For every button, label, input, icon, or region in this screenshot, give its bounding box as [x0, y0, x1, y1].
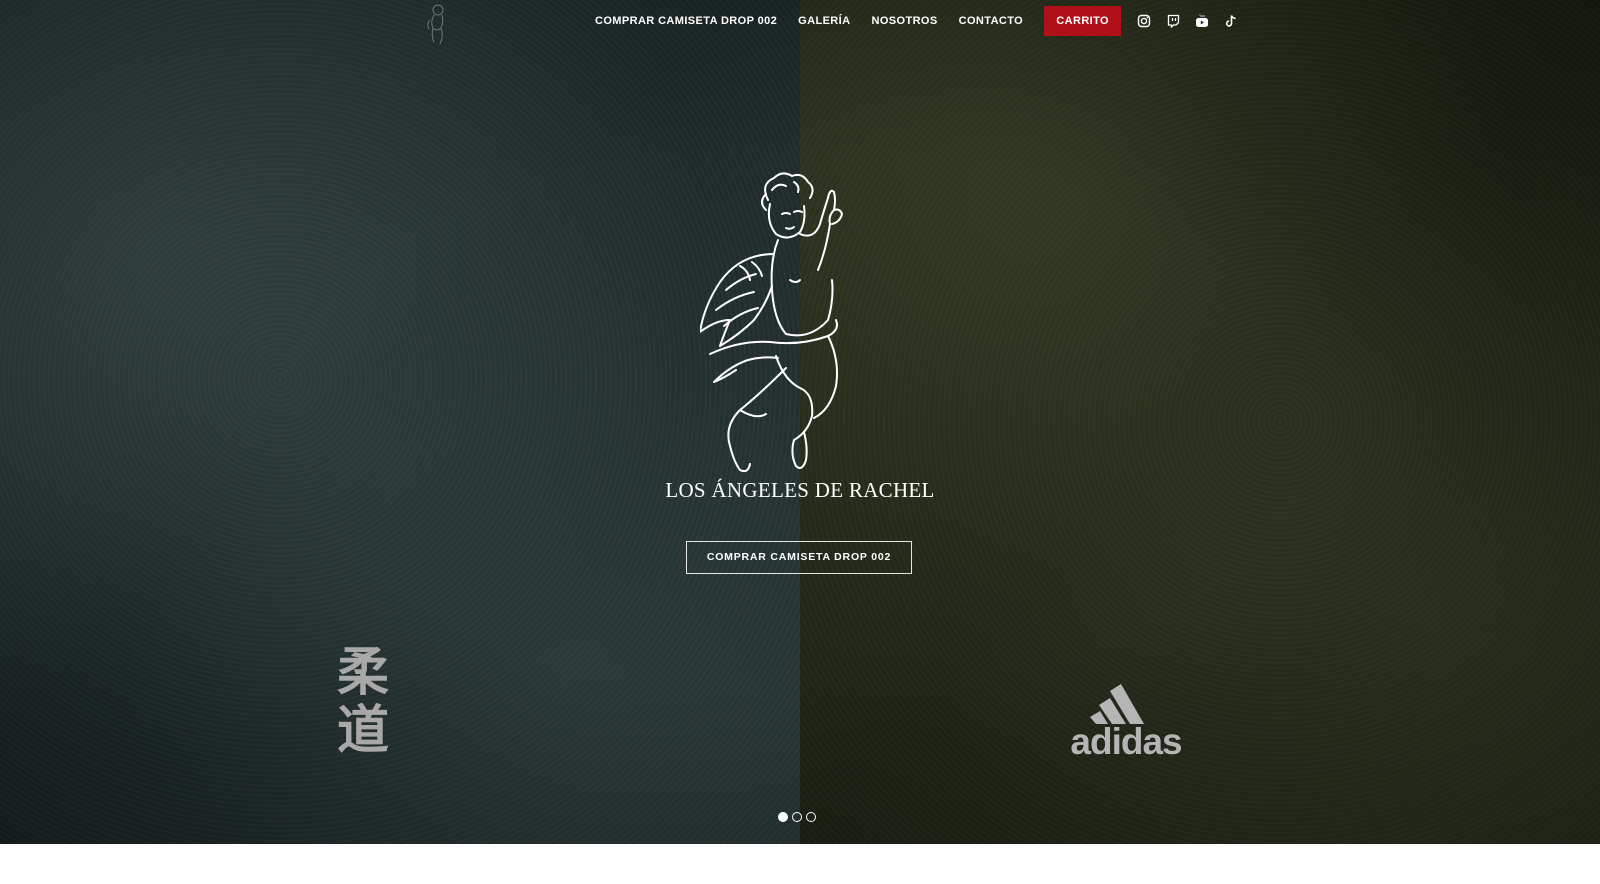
slide-dot-3[interactable]: [806, 812, 816, 822]
angel-illustration: [700, 172, 843, 473]
hero-left-panel: [0, 0, 800, 844]
cart-button[interactable]: CARRITO: [1044, 6, 1122, 36]
svg-text:You: You: [1199, 14, 1205, 18]
instagram-icon[interactable]: [1137, 14, 1151, 28]
slide-dot-2[interactable]: [792, 812, 802, 822]
buy-drop-button[interactable]: COMPRAR CAMISETA DROP 002: [686, 541, 912, 574]
angel-logo-icon[interactable]: [424, 2, 452, 48]
nav-links: COMPRAR CAMISETA DROP 002 GALERÍA NOSOTR…: [595, 6, 1253, 36]
adidas-logo: adidas: [1066, 678, 1186, 762]
nav-link-shop-drop[interactable]: COMPRAR CAMISETA DROP 002: [595, 15, 777, 27]
nav-link-contact[interactable]: CONTACTO: [959, 15, 1024, 27]
twitch-icon[interactable]: [1166, 14, 1180, 28]
nav-link-gallery[interactable]: GALERÍA: [798, 15, 850, 27]
judo-kanji-text: 柔道: [336, 642, 389, 761]
hero-slider: COMPRAR CAMISETA DROP 002 GALERÍA NOSOTR…: [0, 0, 1600, 844]
slider-pagination: [778, 812, 820, 822]
slide-dot-1[interactable]: [778, 812, 788, 822]
top-navigation: COMPRAR CAMISETA DROP 002 GALERÍA NOSOTR…: [0, 4, 1600, 45]
youtube-icon[interactable]: You: [1195, 14, 1209, 28]
tiktok-icon[interactable]: [1224, 14, 1238, 28]
nav-link-about[interactable]: NOSOTROS: [871, 15, 937, 27]
hero-title: LOS ÁNGELES DE RACHEL: [665, 478, 935, 502]
adidas-wordmark: adidas: [1070, 721, 1182, 762]
social-links: You: [1137, 14, 1253, 28]
judo-kanji-logo: 柔道: [333, 644, 393, 760]
hero-right-panel: [800, 0, 1600, 844]
